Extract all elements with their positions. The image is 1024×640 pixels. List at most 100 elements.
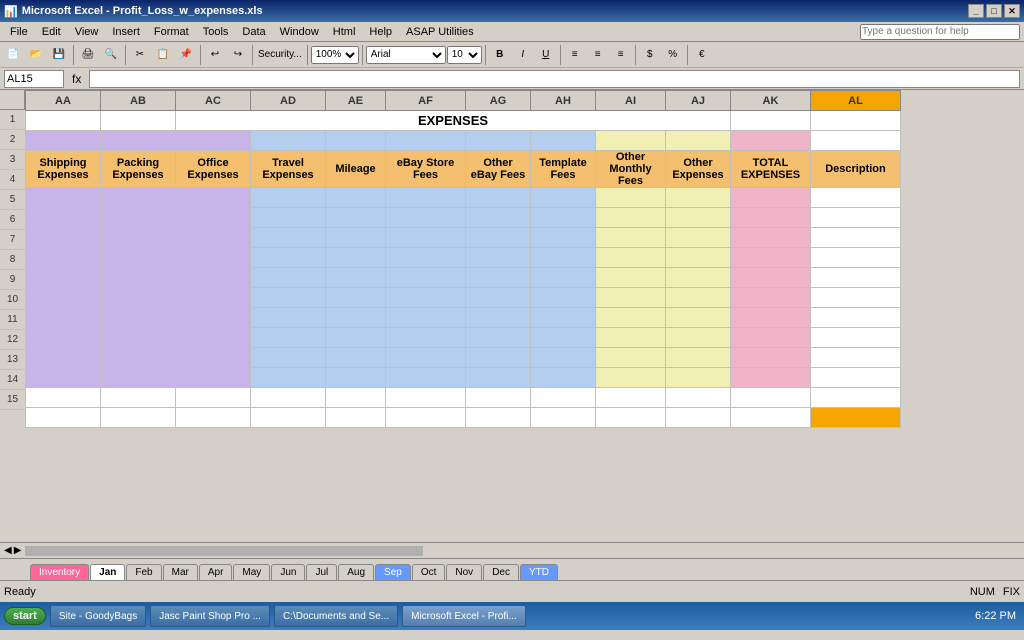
zoom-select[interactable]: 100% [311,46,359,64]
horizontal-scrollbar[interactable]: ◀ ▶ [0,542,1024,558]
bold-btn[interactable]: B [489,44,511,66]
cell-af12[interactable] [386,348,466,368]
cell-ah10[interactable] [531,308,596,328]
scroll-left-btn[interactable]: ◀ [4,545,12,556]
start-button[interactable]: start [4,607,46,625]
cell-ag4[interactable] [466,188,531,208]
cell-ag12[interactable] [466,348,531,368]
cell-ag15[interactable] [466,408,531,428]
cell-af8[interactable] [386,268,466,288]
tab-may[interactable]: May [233,564,270,580]
cell-ac10[interactable] [176,308,251,328]
cell-ac8[interactable] [176,268,251,288]
cell-ag10[interactable] [466,308,531,328]
cell-ak4[interactable] [731,188,811,208]
window-controls[interactable]: _ □ ✕ [968,4,1020,18]
align-left-btn[interactable]: ≡ [564,44,586,66]
cell-ai7[interactable] [596,248,666,268]
cell-ah7[interactable] [531,248,596,268]
cell-ab12[interactable] [101,348,176,368]
cell-al2[interactable] [811,131,901,151]
cell-ak14[interactable] [731,388,811,408]
cell-aa6[interactable] [26,228,101,248]
cell-ae7[interactable] [326,248,386,268]
redo-btn[interactable]: ↪ [227,44,249,66]
cell-ae15[interactable] [326,408,386,428]
cell-af13[interactable] [386,368,466,388]
cell-al9[interactable] [811,288,901,308]
cell-al8[interactable] [811,268,901,288]
cell-ae14[interactable] [326,388,386,408]
menu-format[interactable]: Format [148,24,195,40]
cell-ad7[interactable] [251,248,326,268]
cell-ad2[interactable] [251,131,326,151]
col-ak[interactable]: AK [731,91,811,111]
cell-ah8[interactable] [531,268,596,288]
cell-ab7[interactable] [101,248,176,268]
taskbar-item-3[interactable]: C:\Documents and Se... [274,605,398,627]
cell-ah9[interactable] [531,288,596,308]
cell-aa8[interactable] [26,268,101,288]
cell-af14[interactable] [386,388,466,408]
copy-btn[interactable]: 📋 [152,44,174,66]
scrollbar-thumb[interactable] [25,546,423,556]
cell-ag6[interactable] [466,228,531,248]
cell-ae3[interactable]: Mileage [326,151,386,188]
cell-af7[interactable] [386,248,466,268]
cell-ak13[interactable] [731,368,811,388]
tab-jun[interactable]: Jun [271,564,305,580]
cell-ai12[interactable] [596,348,666,368]
cell-ab9[interactable] [101,288,176,308]
cell-al13[interactable] [811,368,901,388]
cell-ae5[interactable] [326,208,386,228]
cell-ah5[interactable] [531,208,596,228]
cell-ah2[interactable] [531,131,596,151]
menu-window[interactable]: Window [274,24,325,40]
cell-ad15[interactable] [251,408,326,428]
cell-ah12[interactable] [531,348,596,368]
tab-jan[interactable]: Jan [90,564,125,580]
col-aa[interactable]: AA [26,91,101,111]
cell-ak5[interactable] [731,208,811,228]
new-btn[interactable]: 📄 [2,44,24,66]
cell-aa5[interactable] [26,208,101,228]
menu-insert[interactable]: Insert [106,24,146,40]
tab-ytd[interactable]: YTD [520,564,558,580]
minimize-btn[interactable]: _ [968,4,984,18]
cell-af4[interactable] [386,188,466,208]
cell-ae11[interactable] [326,328,386,348]
cell-aa14[interactable] [26,388,101,408]
cell-ab14[interactable] [101,388,176,408]
cell-ad13[interactable] [251,368,326,388]
undo-btn[interactable]: ↩ [204,44,226,66]
cell-ai5[interactable] [596,208,666,228]
cell-af15[interactable] [386,408,466,428]
cell-ai8[interactable] [596,268,666,288]
tab-apr[interactable]: Apr [199,564,233,580]
cell-af11[interactable] [386,328,466,348]
preview-btn[interactable]: 🔍 [100,44,122,66]
menu-html[interactable]: Html [327,24,362,40]
tab-dec[interactable]: Dec [483,564,519,580]
cell-aj15[interactable] [666,408,731,428]
cell-ad12[interactable] [251,348,326,368]
cell-ag8[interactable] [466,268,531,288]
cell-al15[interactable] [811,408,901,428]
cell-ab3[interactable]: PackingExpenses [101,151,176,188]
euro-btn[interactable]: € [691,44,713,66]
cell-ad11[interactable] [251,328,326,348]
cell-ai10[interactable] [596,308,666,328]
menu-asap[interactable]: ASAP Utilities [400,24,480,40]
cell-af6[interactable] [386,228,466,248]
cell-ai15[interactable] [596,408,666,428]
taskbar-item-4[interactable]: Microsoft Excel - Profi... [402,605,526,627]
cell-ab2[interactable] [101,131,176,151]
cell-ac2[interactable] [176,131,251,151]
align-right-btn[interactable]: ≡ [610,44,632,66]
paste-btn[interactable]: 📌 [175,44,197,66]
cell-ai13[interactable] [596,368,666,388]
menu-file[interactable]: File [4,24,34,40]
cell-ai4[interactable] [596,188,666,208]
cell-ad8[interactable] [251,268,326,288]
cell-ag3[interactable]: OthereBay Fees [466,151,531,188]
